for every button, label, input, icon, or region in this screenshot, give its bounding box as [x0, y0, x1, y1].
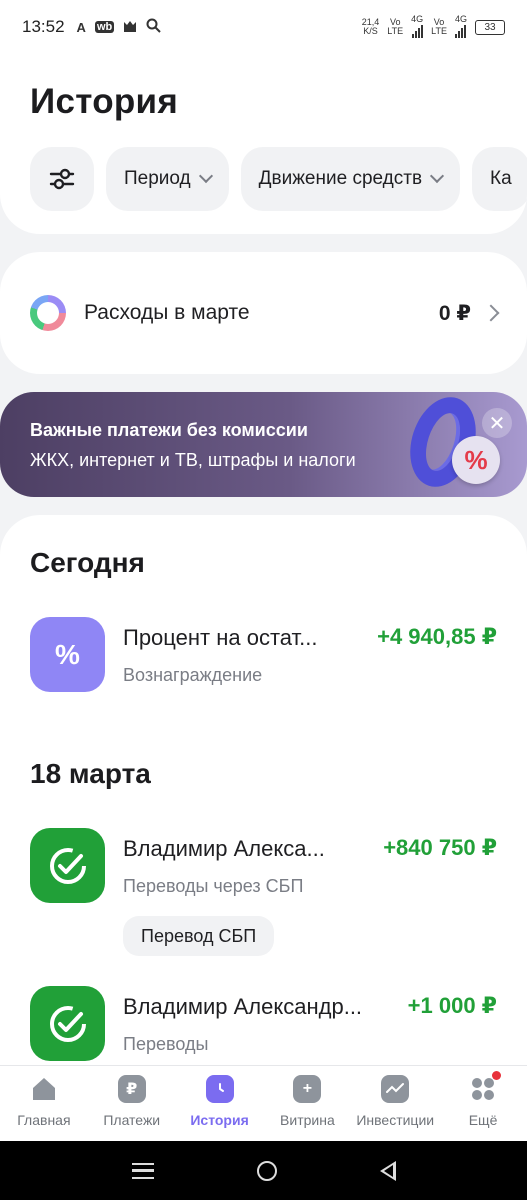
transaction-tag[interactable]: Перевод СБП	[123, 916, 275, 956]
nav-item-investments[interactable]: Инвестиции	[351, 1066, 439, 1141]
chart-line-icon	[381, 1075, 410, 1103]
nav-item-history[interactable]: История	[176, 1066, 264, 1141]
filter-period[interactable]: Период	[106, 147, 229, 211]
transaction-name: Владимир Александр...	[123, 994, 363, 1019]
nav-item-showcase[interactable]: + Витрина	[263, 1066, 351, 1141]
transactions-list: Сегодня % Процент на остат... Вознагражд…	[0, 515, 527, 1065]
cat-notification-icon	[123, 19, 137, 36]
sim1-signal-icon: 4G	[411, 13, 424, 40]
nav-item-more[interactable]: Ещё	[439, 1066, 527, 1141]
nav-label: История	[190, 1112, 249, 1128]
sim1-volte: Vo LTE	[387, 18, 403, 36]
status-bar: 13:52 A wb 21,4 K/S Vo LTE 4G Vo LTE 4G	[0, 0, 527, 54]
transaction-amount: +840 750 ₽	[383, 835, 497, 860]
expenses-donut-icon	[30, 295, 66, 331]
transaction-amount: +4 940,85 ₽	[377, 624, 497, 649]
showcase-plus-icon: +	[293, 1075, 322, 1103]
back-triangle-icon[interactable]	[379, 1160, 396, 1181]
section-title-today: Сегодня	[30, 547, 145, 578]
home-icon	[30, 1075, 58, 1103]
network-speed: 21,4 K/S	[362, 18, 380, 36]
recent-apps-icon[interactable]	[131, 1162, 154, 1179]
nav-label: Инвестиции	[356, 1112, 435, 1128]
network-speed-unit: K/S	[363, 26, 378, 36]
nav-item-payments[interactable]: ₽ Платежи	[88, 1066, 176, 1141]
grid-dots-icon	[469, 1071, 502, 1103]
bottom-navigation: Главная ₽ Платежи История + Витрина Инве…	[0, 1065, 527, 1141]
nav-label: Платежи	[103, 1112, 161, 1128]
section-title-18-march: 18 марта	[30, 758, 151, 789]
expenses-amount: 0 ₽	[438, 301, 471, 325]
expenses-label: Расходы в марте	[84, 301, 250, 324]
percent-icon: %	[30, 617, 105, 692]
chevron-right-icon	[482, 304, 500, 322]
filter-third[interactable]: Ка	[472, 147, 527, 211]
filter-settings-button[interactable]	[30, 147, 94, 211]
system-indicators: 21,4 K/S Vo LTE 4G Vo LTE 4G 33	[362, 13, 505, 40]
transaction-name: Владимир Алекса...	[123, 836, 325, 861]
close-button[interactable]: ✕	[482, 408, 512, 438]
sliders-icon	[49, 168, 75, 190]
percent-icon-symbol: %	[55, 638, 80, 670]
status-time: 13:52	[22, 17, 65, 36]
sim2-signal-icon: 4G	[454, 13, 467, 40]
sim1-gen: 4G	[411, 13, 424, 24]
percent-badge-icon: %	[452, 436, 500, 484]
sim2-volte: Vo LTE	[431, 18, 447, 36]
promo-subtitle: ЖКХ, интернет и ТВ, штрафы и налоги	[30, 450, 356, 470]
header-card: История Период Движение средств Ка	[0, 54, 527, 234]
transaction-amount: +1 000 ₽	[407, 993, 497, 1018]
wb-notification-icon: wb	[94, 21, 115, 33]
monthly-expenses-card[interactable]: Расходы в марте 0 ₽	[0, 252, 527, 374]
notification-icons: A wb	[77, 18, 162, 36]
sber-check-icon	[30, 986, 105, 1061]
search-notification-icon	[146, 18, 161, 36]
nav-label: Главная	[17, 1112, 71, 1128]
promo-banner[interactable]: Важные платежи без комиссии ЖКХ, интерне…	[0, 392, 527, 497]
sim2-bottom: LTE	[431, 26, 447, 36]
transaction-name: Процент на остат...	[123, 625, 318, 650]
battery-icon: 33	[475, 19, 505, 35]
clock-icon	[205, 1075, 234, 1103]
transaction-category: Вознаграждение	[123, 665, 263, 685]
promo-title: Важные платежи без комиссии	[30, 420, 308, 440]
nav-label: Ещё	[468, 1112, 498, 1128]
ruble-icon: ₽	[117, 1075, 146, 1103]
nav-label: Витрина	[280, 1112, 335, 1128]
home-circle-icon[interactable]	[256, 1160, 277, 1181]
filter-third-label: Ка	[490, 168, 512, 189]
a-notification-icon: A	[76, 19, 86, 35]
nav-item-home[interactable]: Главная	[0, 1066, 88, 1141]
page-title: История	[30, 82, 179, 121]
notification-dot-icon	[492, 1071, 502, 1080]
filter-money-flow[interactable]: Движение средств	[240, 147, 461, 211]
sim2-gen: 4G	[454, 13, 467, 24]
sim1-bottom: LTE	[387, 26, 404, 36]
system-navigation-bar	[0, 1141, 527, 1200]
sber-check-icon	[30, 828, 105, 903]
chevron-down-icon	[198, 168, 213, 184]
filter-period-label: Период	[124, 168, 191, 189]
transaction-category: Переводы	[123, 1034, 209, 1054]
transaction-category: Переводы через СБП	[123, 876, 304, 896]
filter-bar: Период Движение средств Ка	[30, 147, 527, 211]
filter-money-flow-label: Движение средств	[258, 168, 423, 189]
chevron-down-icon	[429, 168, 445, 184]
